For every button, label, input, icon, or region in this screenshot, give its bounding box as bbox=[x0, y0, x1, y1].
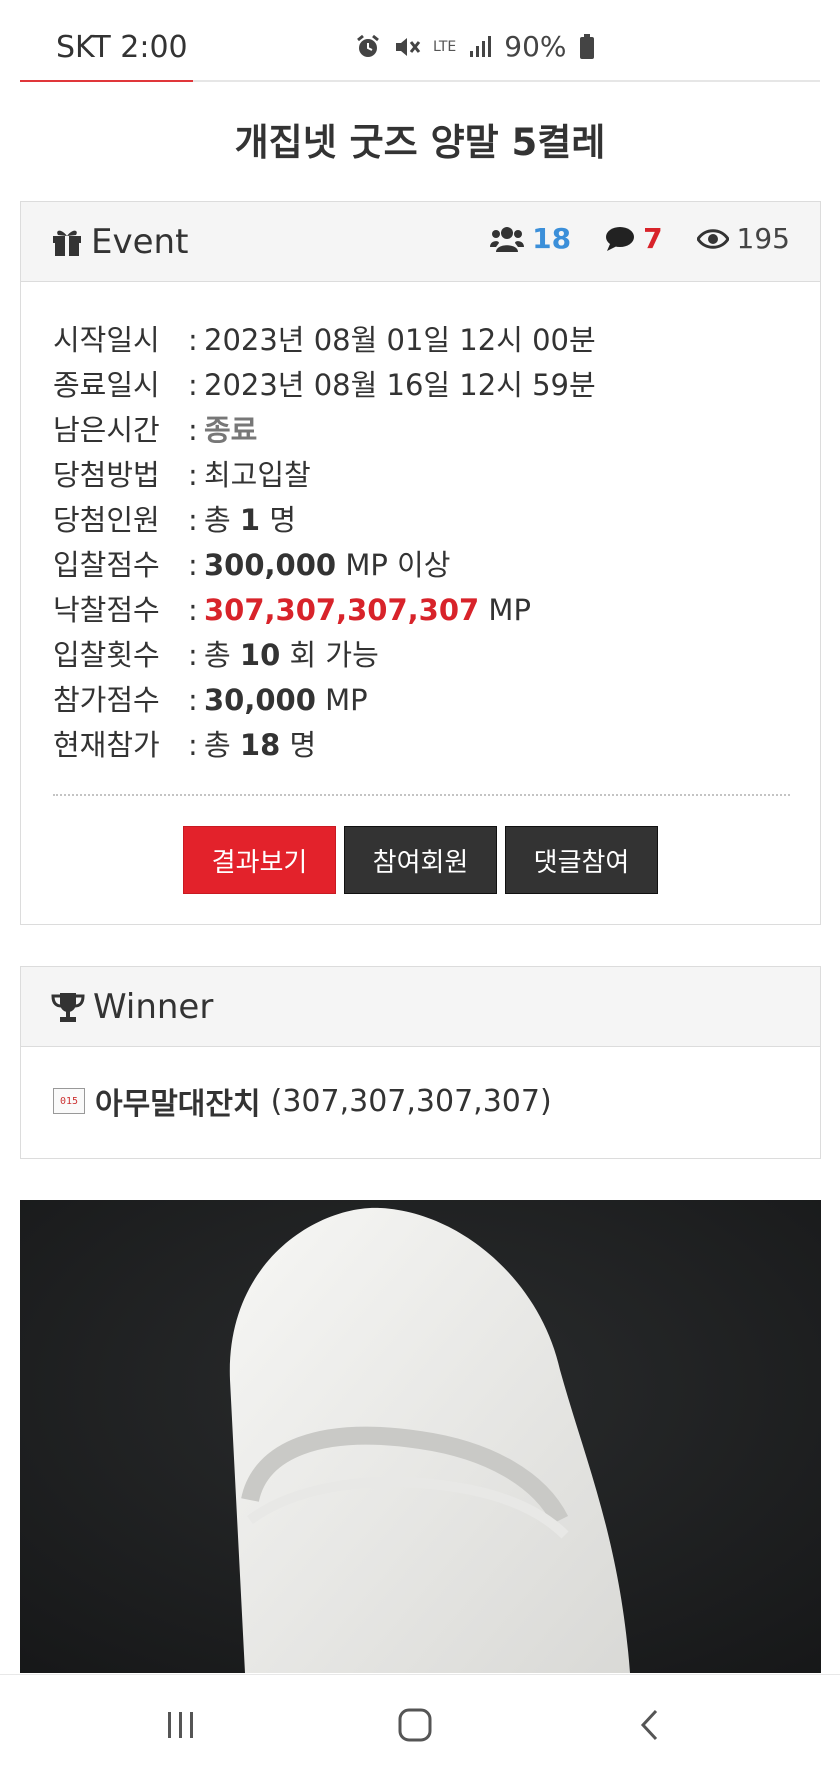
view-result-button[interactable]: 결과보기 bbox=[183, 826, 336, 894]
participants-stat[interactable]: 18 bbox=[490, 222, 571, 255]
comments-stat[interactable]: 7 bbox=[605, 222, 663, 255]
info-suffix: MP bbox=[488, 593, 531, 627]
info-label: 현재참가 bbox=[53, 728, 160, 762]
info-row-remaining: 남은시간 : 종료 bbox=[53, 408, 790, 453]
info-separator: : bbox=[188, 683, 198, 717]
event-actions: 결과보기 참여회원 댓글참여 bbox=[21, 796, 820, 925]
info-label: 낙찰점수 bbox=[53, 593, 160, 627]
info-row-entry-score: 참가점수 : 30,000 MP bbox=[53, 678, 790, 723]
level-badge-icon: 015 bbox=[53, 1088, 85, 1114]
info-label: 당첨인원 bbox=[53, 503, 160, 537]
info-value: 최고입찰 bbox=[204, 458, 311, 492]
winner-name[interactable]: 아무말대잔치 bbox=[95, 1079, 261, 1123]
info-prefix: 총 bbox=[204, 503, 231, 537]
status-accent-line bbox=[20, 80, 193, 82]
info-label: 남은시간 bbox=[53, 413, 160, 447]
eye-icon bbox=[696, 228, 729, 249]
gift-icon bbox=[53, 230, 81, 256]
info-separator: : bbox=[188, 323, 198, 357]
info-value: 10 bbox=[239, 638, 281, 672]
lte-icon: LTE bbox=[433, 38, 457, 55]
battery-percent: 90% bbox=[504, 30, 567, 63]
winner-row: 015 아무말대잔치 (307,307,307,307) bbox=[21, 1047, 820, 1155]
comment-icon bbox=[606, 226, 635, 251]
info-value: 30,000 bbox=[204, 683, 316, 717]
info-value: 307,307,307,307 bbox=[204, 593, 480, 627]
info-separator: : bbox=[188, 458, 198, 492]
info-row-winning-score: 낙찰점수 : 307,307,307,307 MP bbox=[53, 588, 790, 633]
info-separator: : bbox=[188, 503, 198, 537]
info-row-current: 현재참가 : 총 18 명 bbox=[53, 723, 790, 768]
event-photo bbox=[20, 1200, 821, 1673]
info-label: 입찰횟수 bbox=[53, 638, 160, 672]
info-label: 참가점수 bbox=[53, 683, 160, 717]
info-value: 2023년 08월 01일 12시 00분 bbox=[204, 323, 596, 357]
winner-panel-header: Winner bbox=[21, 967, 820, 1047]
info-prefix: 총 bbox=[204, 638, 231, 672]
event-header-label: Event bbox=[91, 222, 189, 262]
info-separator: : bbox=[188, 638, 198, 672]
info-row-winners: 당첨인원 : 총 1 명 bbox=[53, 498, 790, 543]
info-separator: : bbox=[188, 593, 198, 627]
info-label: 종료일시 bbox=[53, 368, 160, 402]
info-prefix: 총 bbox=[204, 728, 231, 762]
views-count: 195 bbox=[736, 222, 790, 255]
comments-count: 7 bbox=[643, 222, 663, 255]
users-icon bbox=[490, 226, 525, 252]
participants-count: 18 bbox=[532, 222, 572, 255]
info-row-method: 당첨방법 : 최고입찰 bbox=[53, 453, 790, 498]
home-button[interactable] bbox=[385, 1705, 445, 1745]
alarm-icon bbox=[357, 34, 379, 57]
recent-apps-icon bbox=[168, 1712, 193, 1738]
winner-score: (307,307,307,307) bbox=[270, 1083, 552, 1119]
mute-icon bbox=[396, 37, 421, 56]
status-bar: SKT 2:00 LTE 90% bbox=[0, 0, 840, 82]
info-row-start: 시작일시 : 2023년 08월 01일 12시 00분 bbox=[53, 318, 790, 363]
info-suffix: 명 bbox=[289, 728, 317, 762]
winner-panel: Winner 015 아무말대잔치 (307,307,307,307) bbox=[20, 966, 821, 1159]
page-title: 개집넷 굿즈 양말 5켤레 bbox=[234, 121, 606, 164]
info-suffix: 명 bbox=[269, 503, 296, 537]
info-separator: : bbox=[188, 728, 198, 762]
info-row-end: 종료일시 : 2023년 08월 16일 12시 59분 bbox=[53, 363, 790, 408]
info-suffix: 회 가능 bbox=[289, 638, 379, 672]
info-value: 1 bbox=[239, 503, 261, 537]
event-info-list: 시작일시 : 2023년 08월 01일 12시 00분 종료일시 : 2023… bbox=[21, 282, 820, 768]
info-separator: : bbox=[188, 413, 198, 447]
carrier-time: SKT 2:00 bbox=[56, 30, 188, 65]
info-value: 종료 bbox=[204, 413, 258, 447]
trophy-icon bbox=[51, 993, 85, 1022]
info-value: 18 bbox=[239, 728, 281, 762]
event-panel-header: Event 18 7 195 bbox=[21, 202, 820, 282]
system-nav-bar bbox=[0, 1674, 840, 1773]
winner-header-label: Winner bbox=[93, 987, 214, 1027]
info-value: 300,000 bbox=[204, 548, 337, 582]
info-label: 입찰점수 bbox=[53, 548, 160, 582]
participants-button[interactable]: 참여회원 bbox=[344, 826, 497, 894]
back-icon bbox=[640, 1709, 658, 1741]
status-icons: LTE 90% bbox=[355, 30, 595, 63]
info-separator: : bbox=[188, 368, 198, 402]
info-row-bid-count: 입찰횟수 : 총 10 회 가능 bbox=[53, 633, 790, 678]
views-stat: 195 bbox=[696, 222, 790, 255]
comment-button[interactable]: 댓글참여 bbox=[505, 826, 658, 894]
home-icon bbox=[398, 1708, 432, 1742]
info-row-bid-score: 입찰점수 : 300,000 MP 이상 bbox=[53, 543, 790, 588]
event-panel: Event 18 7 195 시작일시 : 2023년 08월 01일 12시 … bbox=[20, 201, 821, 925]
info-label: 시작일시 bbox=[53, 323, 160, 357]
back-button[interactable] bbox=[620, 1705, 680, 1745]
signal-icon bbox=[470, 35, 492, 57]
info-value: 2023년 08월 16일 12시 59분 bbox=[204, 368, 596, 402]
info-suffix: MP 이상 bbox=[345, 548, 451, 582]
info-suffix: MP bbox=[325, 683, 368, 717]
recent-apps-button[interactable] bbox=[151, 1705, 211, 1745]
event-stats: 18 7 195 bbox=[490, 222, 790, 255]
battery-icon bbox=[579, 33, 594, 59]
info-separator: : bbox=[188, 548, 198, 582]
info-label: 당첨방법 bbox=[53, 458, 160, 492]
